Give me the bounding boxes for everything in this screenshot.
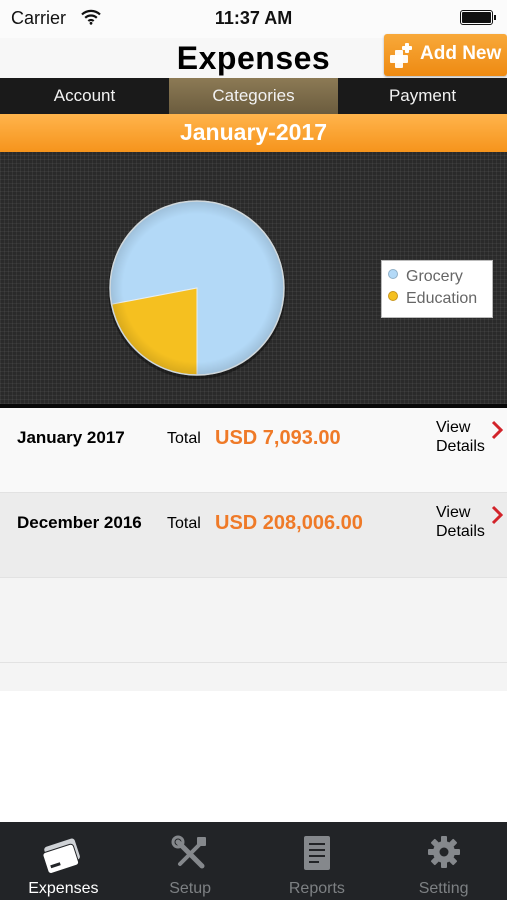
segment-account[interactable]: Account [0,78,169,114]
status-bar: Carrier 11:37 AM [0,0,507,38]
tab-label-setup: Setup [169,880,212,897]
segment-control: Account Categories Payment [0,78,507,114]
chart-legend: Grocery Education [381,260,493,318]
empty-row [0,578,507,663]
add-new-label: Add New [420,43,502,64]
chevron-right-icon[interactable] [491,420,503,440]
row-month: December 2016 [17,513,142,532]
legend-item-grocery: Grocery [388,268,463,286]
chevron-right-icon[interactable] [491,505,503,525]
tab-setting[interactable]: Setting [380,822,507,900]
empty-row [0,663,507,691]
tab-bar: Expenses Setup Reports Setting [0,822,507,900]
battery-icon [460,10,496,27]
tab-label-reports: Reports [288,880,345,897]
row-month: January 2017 [17,428,125,447]
view-details-link[interactable]: View Details [436,418,496,456]
month-header: January-2017 [0,114,507,152]
legend-swatch-education [388,291,398,301]
nav-bar: Expenses Add New [0,34,507,78]
gear-icon [427,836,460,868]
pie-shading [110,201,284,375]
expense-list: January 2017 Total USD 7,093.00 View Det… [0,408,507,691]
row-total-label: Total [167,515,201,532]
view-details-link[interactable]: View Details [436,503,496,541]
row-amount: USD 208,006.00 [215,512,363,534]
report-icon [303,836,330,870]
legend-label-grocery: Grocery [406,268,463,285]
tab-label-setting: Setting [418,880,469,897]
status-time: 11:37 AM [214,8,293,28]
list-item[interactable]: January 2017 Total USD 7,093.00 View Det… [0,408,507,493]
row-total-label: Total [167,430,201,447]
legend-item-education: Education [388,290,477,308]
legend-label-education: Education [406,290,478,307]
legend-swatch-grocery [388,269,398,279]
add-icon [390,43,412,68]
list-item[interactable]: December 2016 Total USD 208,006.00 View … [0,493,507,578]
row-amount: USD 7,093.00 [215,427,341,449]
tab-label-expenses: Expenses [28,880,99,897]
segment-categories[interactable]: Categories [169,78,338,114]
tab-setup[interactable]: Setup [127,822,254,900]
tab-expenses[interactable]: Expenses [0,822,127,900]
cards-icon [42,838,81,874]
tab-reports[interactable]: Reports [254,822,381,900]
tools-icon [171,835,207,869]
segment-payment[interactable]: Payment [338,78,507,114]
add-new-button[interactable]: Add New [384,34,507,76]
chart-panel: Grocery Education [0,152,507,408]
